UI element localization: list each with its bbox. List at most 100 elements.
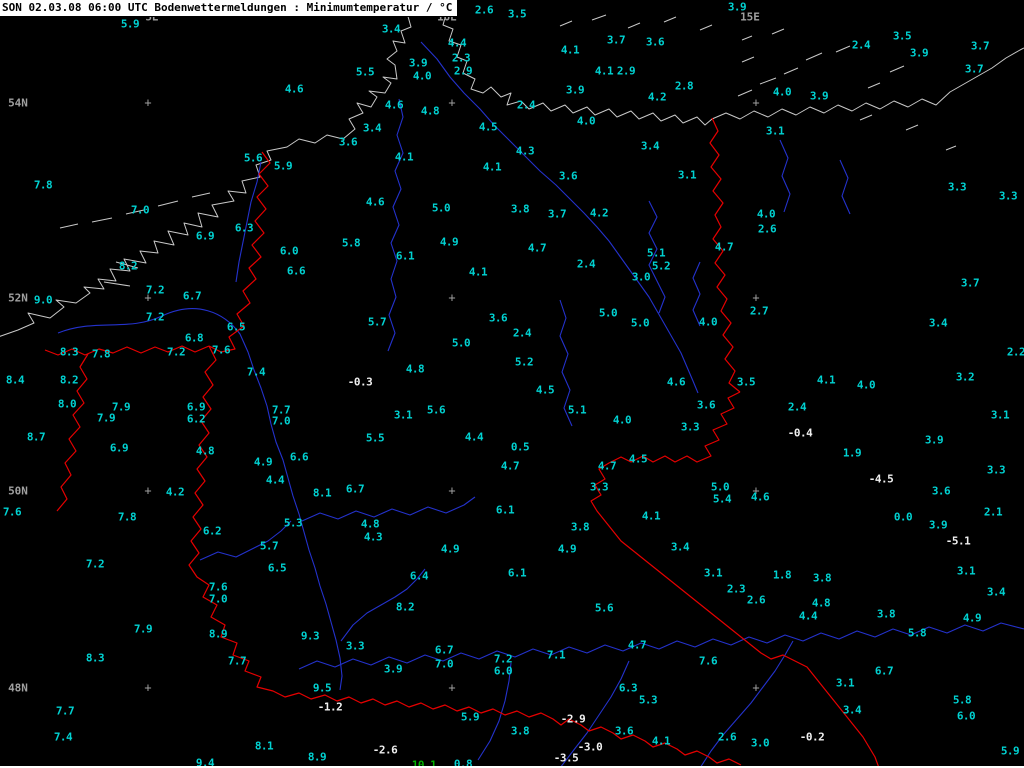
station-temp: 4.4 xyxy=(464,430,484,444)
station-temp: 3.2 xyxy=(955,370,975,384)
station-temp: 5.3 xyxy=(638,693,658,707)
title-bar: SON 02.03.08 06:00 UTC Bodenwettermeldun… xyxy=(0,0,459,17)
station-temp: 7.0 xyxy=(271,414,291,428)
station-temp: 2.3 xyxy=(451,51,471,65)
station-temp: 3.6 xyxy=(488,311,508,325)
station-temp: 5.9 xyxy=(460,710,480,724)
station-temp: 7.7 xyxy=(55,704,75,718)
station-temp: 4.1 xyxy=(394,150,414,164)
station-temp: 4.0 xyxy=(856,378,876,392)
station-temp: 4.1 xyxy=(816,373,836,387)
graticule-cross: + xyxy=(144,483,152,498)
station-temp: 6.8 xyxy=(184,331,204,345)
station-temp: 3.6 xyxy=(696,398,716,412)
station-temp: 3.9 xyxy=(909,46,929,60)
station-temp: 3.5 xyxy=(736,375,756,389)
station-temp: 3.8 xyxy=(510,202,530,216)
station-temp: 5.8 xyxy=(341,236,361,250)
station-temp: 5.9 xyxy=(1000,744,1020,758)
station-temp: 6.0 xyxy=(956,709,976,723)
station-temp: 4.2 xyxy=(589,206,609,220)
station-temp: 4.6 xyxy=(384,98,404,112)
station-temp: 9.3 xyxy=(300,629,320,643)
station-temp: 3.3 xyxy=(986,463,1006,477)
station-temp: 6.9 xyxy=(195,229,215,243)
station-temp: 4.4 xyxy=(265,473,285,487)
station-temp: 5.2 xyxy=(514,355,534,369)
station-temp: 3.9 xyxy=(928,518,948,532)
station-temp: 3.1 xyxy=(835,676,855,690)
station-temp: 4.0 xyxy=(612,413,632,427)
station-temp: 6.3 xyxy=(234,221,254,235)
station-temp: 3.4 xyxy=(381,22,401,36)
station-temp: 5.4 xyxy=(712,492,732,506)
station-temp: 7.0 xyxy=(130,203,150,217)
station-temp: 4.9 xyxy=(253,455,273,469)
station-temp: 4.7 xyxy=(714,240,734,254)
station-temp: 5.9 xyxy=(120,17,140,31)
station-temp: 6.5 xyxy=(226,320,246,334)
station-temp: 3.4 xyxy=(842,703,862,717)
station-temp: 6.7 xyxy=(434,643,454,657)
station-temp: 4.5 xyxy=(535,383,555,397)
station-temp: 2.9 xyxy=(616,64,636,78)
station-temp: 4.8 xyxy=(420,104,440,118)
station-temp: 4.6 xyxy=(750,490,770,504)
station-temp: 5.7 xyxy=(259,539,279,553)
station-temp: 4.9 xyxy=(962,611,982,625)
station-temp: 2.4 xyxy=(512,326,532,340)
station-temp: -0.2 xyxy=(799,730,825,744)
station-temp: 8.3 xyxy=(85,651,105,665)
station-temp: 4.3 xyxy=(515,144,535,158)
station-temp: 6.7 xyxy=(345,482,365,496)
graticule-cross: + xyxy=(144,680,152,695)
station-temp: 6.1 xyxy=(395,249,415,263)
station-temp: 5.3 xyxy=(283,516,303,530)
station-temp: 6.3 xyxy=(618,681,638,695)
station-temp: 4.6 xyxy=(666,375,686,389)
graticule-cross: + xyxy=(752,95,760,110)
station-temp: 3.7 xyxy=(606,33,626,47)
station-temp: 4.1 xyxy=(651,734,671,748)
station-temp: 3.4 xyxy=(986,585,1006,599)
station-temp: 5.1 xyxy=(567,403,587,417)
station-temp: 8.2 xyxy=(59,373,79,387)
station-temp: 4.6 xyxy=(365,195,385,209)
station-temp: 3.1 xyxy=(956,564,976,578)
station-temp: 6.4 xyxy=(409,569,429,583)
station-temp: 7.7 xyxy=(227,654,247,668)
station-temp: 7.2 xyxy=(85,557,105,571)
graticule-cross: + xyxy=(144,95,152,110)
station-temp: 3.4 xyxy=(928,316,948,330)
station-temp: -5.1 xyxy=(945,534,971,548)
station-temp: 3.9 xyxy=(809,89,829,103)
station-temp: 3.8 xyxy=(570,520,590,534)
graticule-cross: + xyxy=(448,290,456,305)
station-temp: 6.7 xyxy=(182,289,202,303)
station-temp: 6.2 xyxy=(202,524,222,538)
station-temp: 2.6 xyxy=(474,3,494,17)
station-temp: 7.4 xyxy=(246,365,266,379)
station-temp: 4.8 xyxy=(360,517,380,531)
station-temp: 4.7 xyxy=(500,459,520,473)
station-temp: 8.1 xyxy=(312,486,332,500)
station-temp: -3.5 xyxy=(553,751,579,765)
station-temp: 8.9 xyxy=(208,627,228,641)
station-temp: 3.3 xyxy=(998,189,1018,203)
weather-map-screen: 5E 10E 15E 54N 52N 50N 48N + + + + + + + + + + + + 5.9 3.4… xyxy=(0,0,1024,768)
latitude-label: 52N xyxy=(8,291,28,305)
station-temp: 6.1 xyxy=(507,566,527,580)
station-temp: 7.0 xyxy=(434,657,454,671)
station-temp: 3.9 xyxy=(383,662,403,676)
station-temp: 7.2 xyxy=(166,345,186,359)
station-temp: 3.5 xyxy=(507,7,527,21)
station-temp: 8.4 xyxy=(5,373,25,387)
station-temp: 3.1 xyxy=(990,408,1010,422)
station-temp: 4.1 xyxy=(468,265,488,279)
station-temp: -2.9 xyxy=(560,712,586,726)
station-temp: -0.4 xyxy=(787,426,813,440)
station-temp: 3.8 xyxy=(876,607,896,621)
station-temp: 5.8 xyxy=(907,626,927,640)
station-temp: 3.8 xyxy=(510,724,530,738)
station-temp: 3.6 xyxy=(338,135,358,149)
